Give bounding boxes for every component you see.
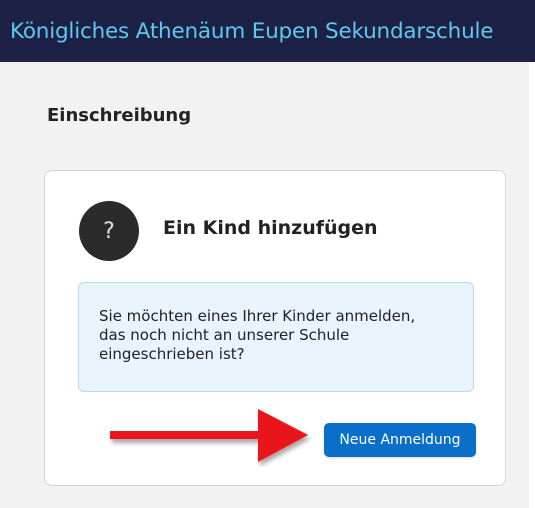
arrow-shape <box>110 409 308 462</box>
info-line: das noch nicht an unserer Schule <box>99 326 350 344</box>
question-mark-icon: ? <box>79 201 139 261</box>
card-title: Ein Kind hinzufügen <box>163 217 378 239</box>
info-box: Sie möchten eines Ihrer Kinder anmelden,… <box>78 282 474 392</box>
right-edge-panel <box>529 62 535 508</box>
question-mark-glyph: ? <box>103 218 115 244</box>
info-line: eingeschrieben ist? <box>99 345 245 363</box>
top-bar: Königliches Athenäum Eupen Sekundarschul… <box>0 0 535 62</box>
section-title: Einschreibung <box>47 105 192 126</box>
school-name: Königliches Athenäum Eupen Sekundarschul… <box>10 18 494 44</box>
new-registration-button[interactable]: Neue Anmeldung <box>324 423 476 457</box>
info-line: Sie möchten eines Ihrer Kinder anmelden, <box>99 307 416 325</box>
red-arrow-icon <box>110 409 308 462</box>
